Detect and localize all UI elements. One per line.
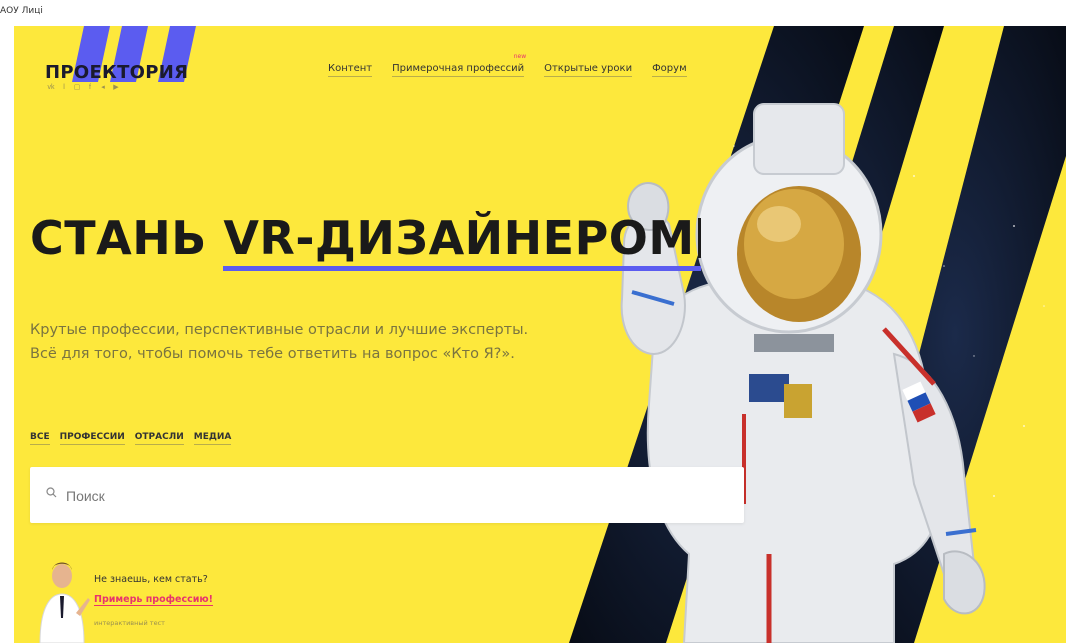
promo-note: интерактивный тест bbox=[94, 619, 165, 627]
nav-item-forum[interactable]: Форум bbox=[652, 63, 687, 77]
telegram-icon[interactable]: ◂ bbox=[99, 84, 107, 92]
profession-test-promo: Не знаешь, кем стать? Примерь профессию!… bbox=[32, 554, 252, 643]
nav-item-open-lessons[interactable]: Открытые уроки bbox=[544, 63, 633, 77]
facebook-icon[interactable]: f bbox=[86, 84, 94, 92]
tab-title[interactable]: АОУ Лицi bbox=[0, 6, 43, 16]
search-input[interactable] bbox=[64, 482, 708, 510]
filter-professions[interactable]: ПРОФЕССИИ bbox=[59, 432, 125, 445]
nav-item-label: Примерочная профессий bbox=[392, 63, 525, 74]
subtitle-line-2: Всё для того, чтобы помочь тебе ответить… bbox=[30, 346, 515, 362]
subtitle-line-1: Крутые профессии, перспективные отрасли … bbox=[30, 322, 529, 338]
logo-text: ПРОЕКТОРИЯ bbox=[45, 62, 189, 83]
promo-question: Не знаешь, кем стать? bbox=[94, 574, 208, 585]
nav-item-content[interactable]: Контент bbox=[328, 63, 373, 77]
logo[interactable]: ПРОЕКТОРИЯ vk ǀ ▢ f ◂ ▶ bbox=[30, 26, 200, 106]
try-profession-link[interactable]: Примерь профессию! bbox=[94, 594, 213, 606]
browser-tab-bar: АОУ Лицi bbox=[0, 0, 1066, 26]
hero-section: ПРОЕКТОРИЯ vk ǀ ▢ f ◂ ▶ Контент Примероч… bbox=[14, 26, 1066, 643]
vk-icon[interactable]: vk bbox=[47, 84, 55, 92]
filter-media[interactable]: МЕДИА bbox=[193, 432, 232, 445]
ok-icon[interactable]: ǀ bbox=[60, 84, 68, 92]
hero-subtitle: Крутые профессии, перспективные отрасли … bbox=[30, 318, 528, 366]
filter-industries[interactable]: ОТРАСЛИ bbox=[134, 432, 184, 445]
person-illustration bbox=[39, 562, 90, 643]
search-icon bbox=[46, 487, 57, 498]
headline-accent: VR-ДИЗАЙНЕРОМ bbox=[223, 211, 702, 271]
nav-item-profession-tryon[interactable]: Примерочная профессий new bbox=[392, 53, 526, 77]
instagram-icon[interactable]: ▢ bbox=[73, 84, 81, 92]
headline-prefix: СТАНЬ bbox=[30, 211, 224, 265]
category-filters: ВСЕ ПРОФЕССИИ ОТРАСЛИ МЕДИА bbox=[30, 432, 232, 445]
filter-all[interactable]: ВСЕ bbox=[30, 432, 50, 445]
youtube-icon[interactable]: ▶ bbox=[112, 84, 120, 92]
hero-headline: СТАНЬ VR-ДИЗАЙНЕРОМ bbox=[30, 211, 702, 271]
astronaut-image bbox=[620, 103, 986, 643]
search-box bbox=[30, 467, 744, 523]
social-links: vk ǀ ▢ f ◂ ▶ bbox=[47, 84, 120, 92]
typing-cursor bbox=[697, 218, 701, 258]
main-nav: Контент Примерочная профессий new Открыты… bbox=[328, 53, 687, 77]
new-badge: new bbox=[513, 53, 527, 60]
